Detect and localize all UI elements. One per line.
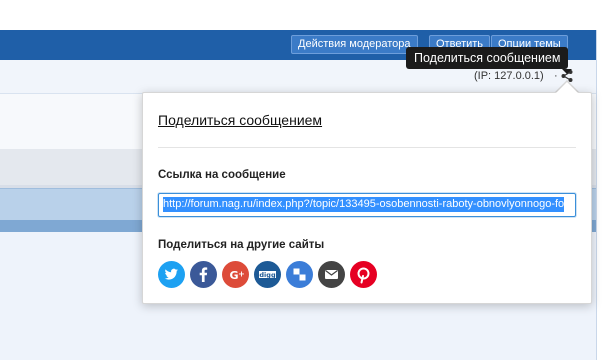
- pinterest-icon: [350, 261, 377, 288]
- svg-text:digg: digg: [259, 271, 276, 279]
- share-popup-title[interactable]: Поделиться сообщением: [158, 112, 322, 128]
- svg-text:+: +: [238, 270, 245, 279]
- post-link-value: http://forum.nag.ru/index.php?/topic/133…: [163, 197, 565, 212]
- email-icon: [318, 261, 345, 288]
- twitter-icon: [158, 261, 185, 288]
- share-pinterest-button[interactable]: [350, 261, 377, 288]
- share-digg-button[interactable]: digg: [254, 261, 281, 288]
- digg-icon: digg: [254, 261, 281, 288]
- popup-caret: [556, 82, 578, 93]
- link-section-label: Ссылка на сообщение: [158, 169, 286, 181]
- share-twitter-button[interactable]: [158, 261, 185, 288]
- post-link-field[interactable]: http://forum.nag.ru/index.php?/topic/133…: [158, 193, 576, 217]
- share-facebook-button[interactable]: [190, 261, 217, 288]
- share-email-button[interactable]: [318, 261, 345, 288]
- moderator-actions-button[interactable]: Действия модератора: [291, 35, 418, 54]
- page-edge: [596, 30, 603, 360]
- tooltip-arrow: [562, 69, 572, 74]
- popup-divider: [158, 147, 576, 148]
- facebook-icon: [190, 261, 217, 288]
- share-sites-label: Поделиться на другие сайты: [158, 239, 325, 251]
- share-delicious-button[interactable]: [286, 261, 313, 288]
- share-tooltip: Поделиться сообщением: [406, 47, 569, 69]
- share-popup: Поделиться сообщением Ссылка на сообщени…: [142, 92, 592, 304]
- share-google-plus-button[interactable]: G +: [222, 261, 249, 288]
- post-ip-address: (IP: 127.0.0.1): [474, 70, 544, 82]
- google-plus-icon: G +: [222, 261, 249, 288]
- forum-page: Действия модератора Ответить Опции темы …: [0, 0, 603, 360]
- delicious-icon: [286, 261, 313, 288]
